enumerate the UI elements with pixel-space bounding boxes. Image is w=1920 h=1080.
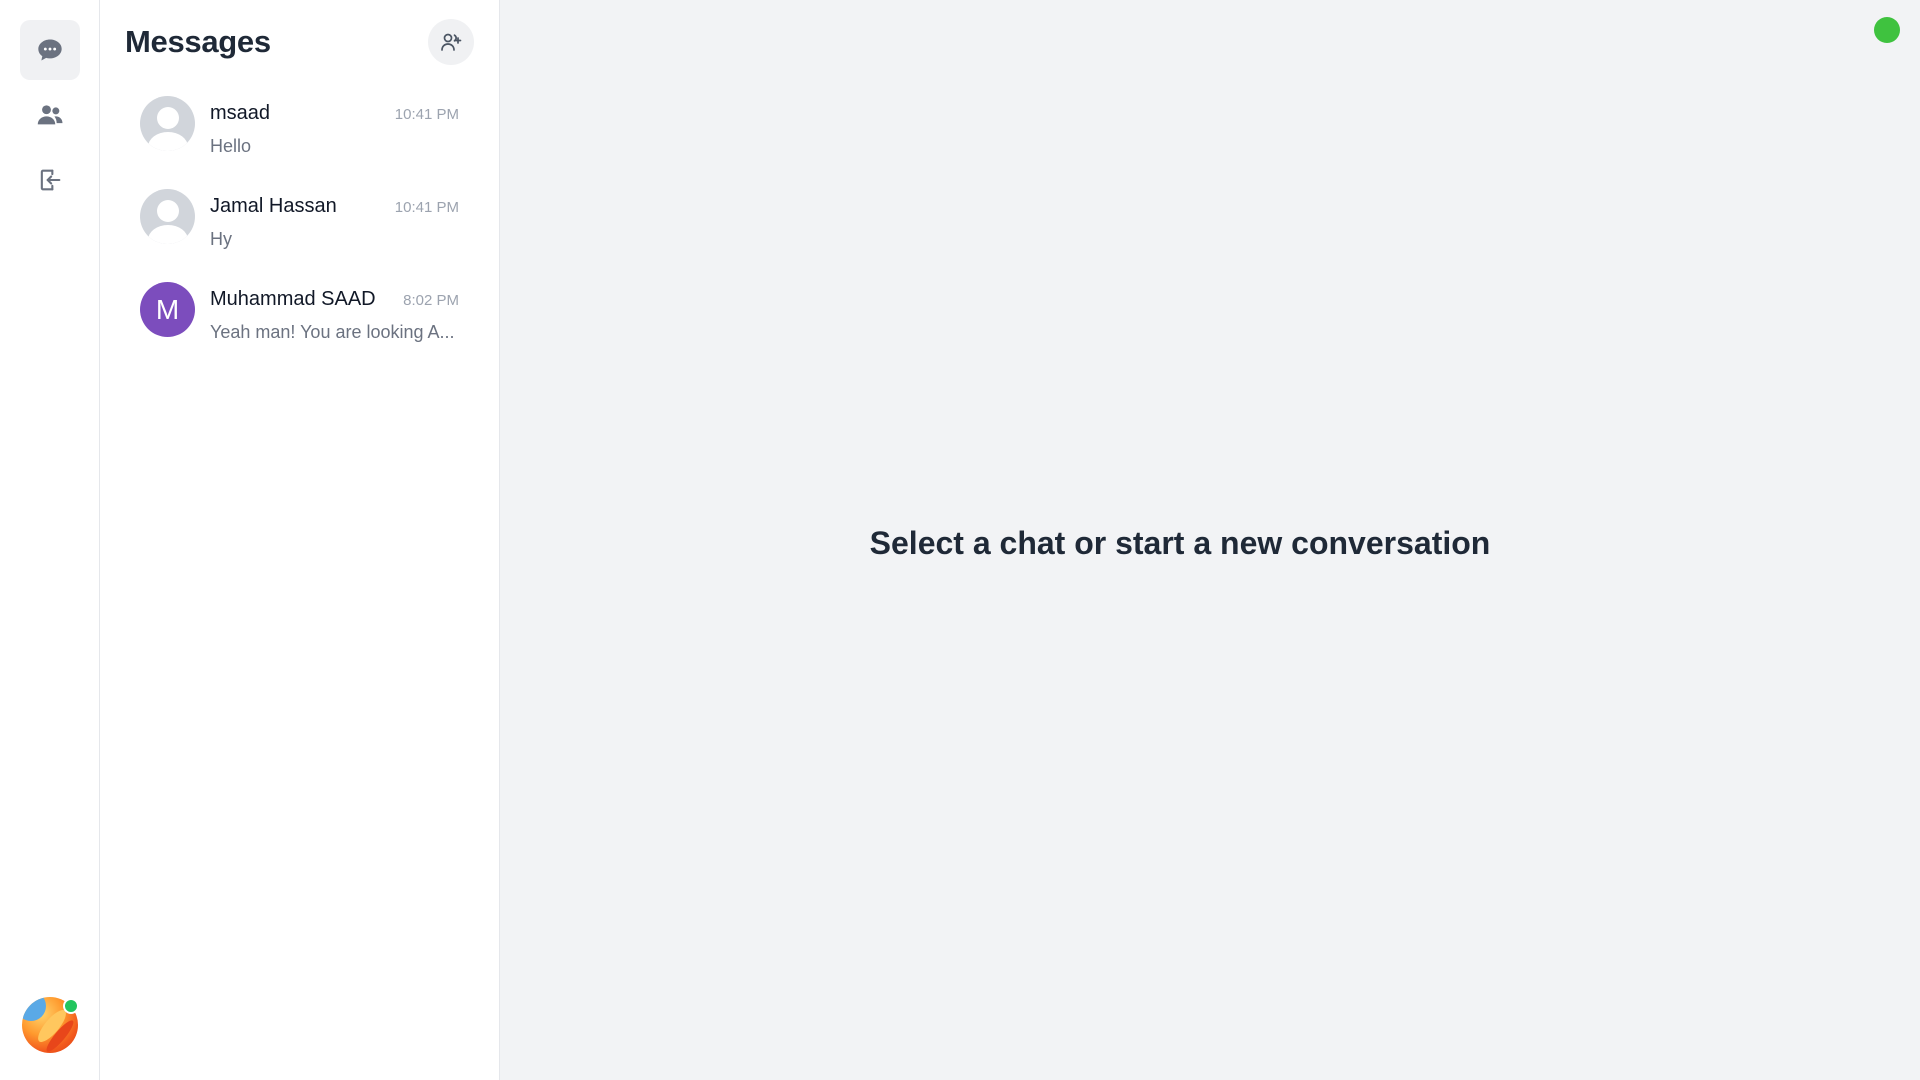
nav-contacts-button[interactable]	[20, 85, 80, 145]
avatar-letter: M	[155, 293, 180, 325]
chat-list-item[interactable]: M Muhammad SAAD 8:02 PM Yeah man! You ar…	[100, 282, 499, 375]
add-contact-button[interactable]	[428, 19, 474, 65]
chat-time: 10:41 PM	[394, 199, 459, 216]
chat-time: 8:02 PM	[403, 292, 459, 309]
avatar-sky-shape	[22, 997, 46, 1021]
chat-name: msaad	[210, 102, 271, 124]
users-icon	[37, 105, 62, 125]
avatar: M	[140, 282, 195, 337]
chat-name: Muhammad SAAD	[210, 288, 376, 310]
nav-logout-button[interactable]	[20, 150, 80, 210]
avatar-body-shape	[147, 132, 188, 151]
conversation-area: Select a chat or start a new conversatio…	[500, 0, 1920, 1080]
chat-item-top: Jamal Hassan 10:41 PM	[210, 195, 459, 218]
empty-state-message: Select a chat or start a new conversatio…	[869, 525, 1491, 561]
chat-name: Jamal Hassan	[210, 195, 337, 217]
nav-chats-button[interactable]	[19, 20, 80, 80]
chat-item-body: msaad 10:41 PM Hello	[210, 96, 459, 157]
avatar	[140, 189, 195, 244]
app-root: Messages msaad 10:41 PM Hello Jamal Hass…	[0, 0, 1920, 1080]
chat-item-top: Muhammad SAAD 8:02 PM	[210, 288, 459, 311]
connection-status-indicator	[1874, 17, 1900, 43]
avatar-head-shape	[156, 107, 179, 129]
messages-panel: Messages msaad 10:41 PM Hello Jamal Hass…	[100, 0, 500, 1080]
chat-item-body: Muhammad SAAD 8:02 PM Yeah man! You are …	[210, 282, 459, 343]
chat-bubble-icon	[37, 39, 62, 61]
chat-preview: Yeah man! You are looking A...	[210, 322, 455, 342]
avatar	[140, 96, 195, 151]
avatar-body-shape	[147, 225, 188, 244]
messages-title: Messages	[125, 24, 271, 59]
avatar-head-shape	[156, 200, 179, 222]
user-plus-icon	[441, 33, 462, 51]
chat-item-body: Jamal Hassan 10:41 PM Hy	[210, 189, 459, 250]
chat-list-item[interactable]: Jamal Hassan 10:41 PM Hy	[100, 189, 499, 282]
chat-preview: Hy	[210, 229, 232, 249]
chat-list-item[interactable]: msaad 10:41 PM Hello	[100, 96, 499, 189]
chat-list: msaad 10:41 PM Hello Jamal Hassan 10:41 …	[100, 96, 499, 375]
chat-preview: Hello	[210, 136, 252, 156]
nav-rail	[0, 0, 100, 1080]
user-online-indicator	[63, 998, 79, 1014]
logout-icon	[40, 169, 60, 191]
chat-item-top: msaad 10:41 PM	[210, 102, 459, 125]
messages-header: Messages	[100, 0, 499, 65]
chat-time: 10:41 PM	[394, 106, 459, 123]
